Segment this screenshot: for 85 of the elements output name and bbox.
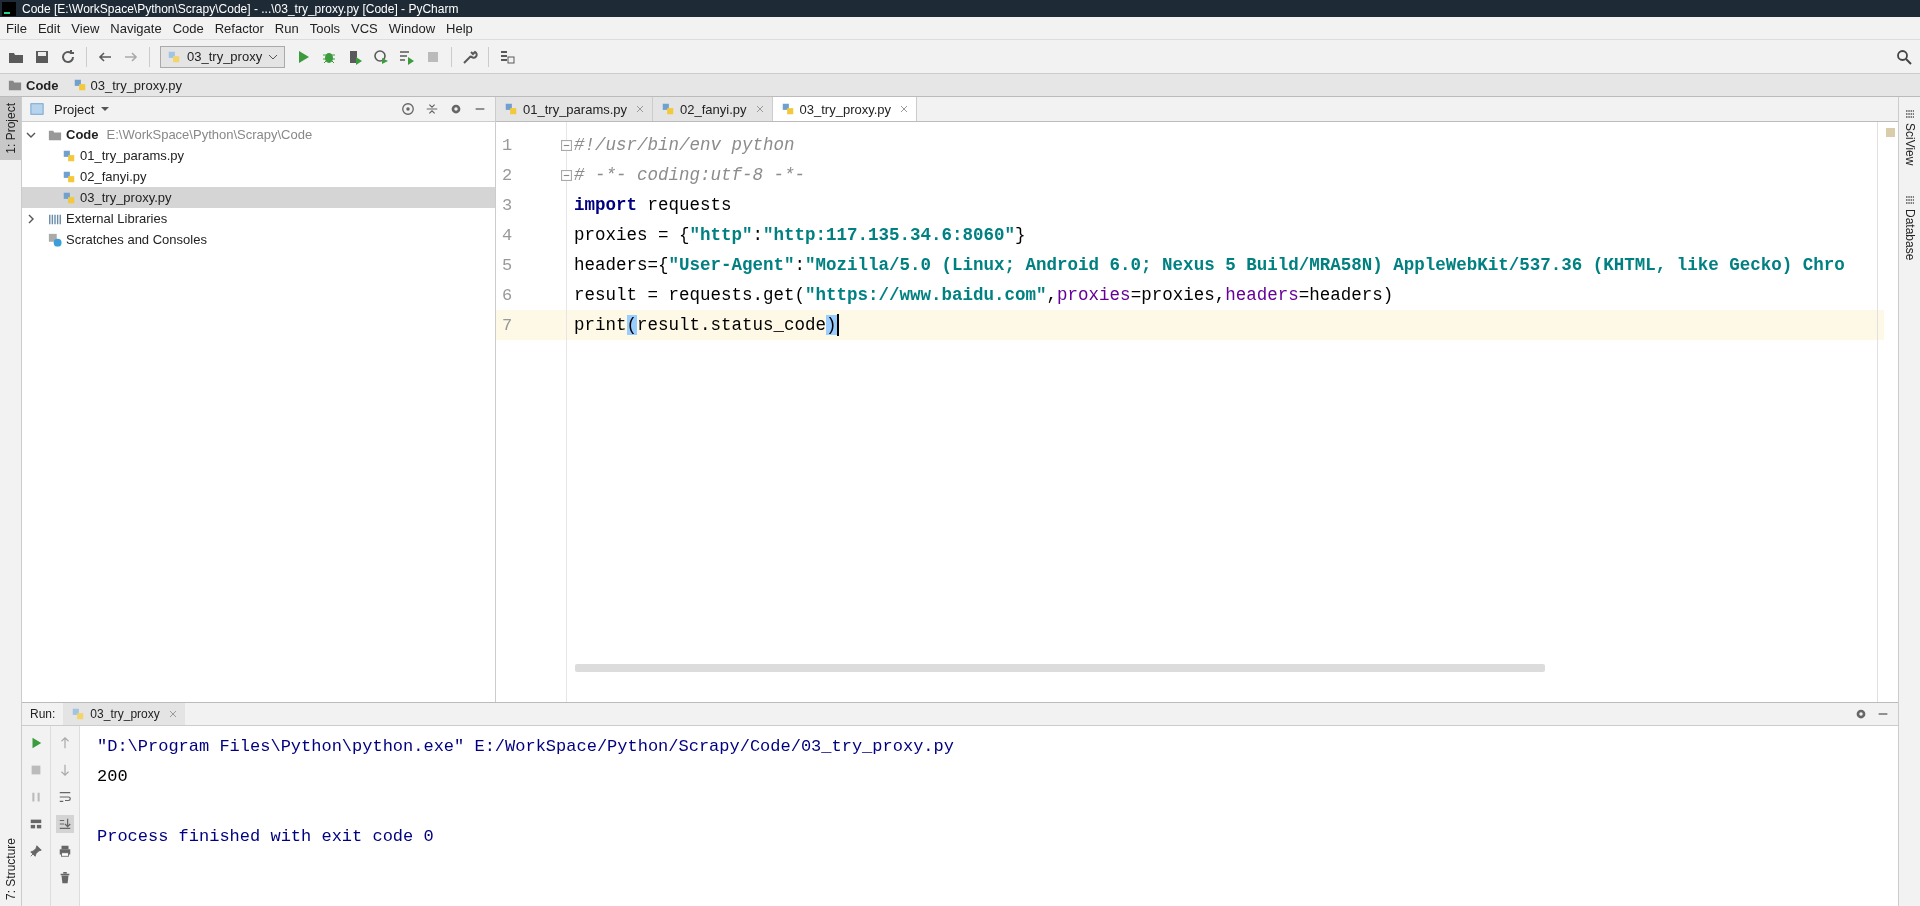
pin-icon[interactable] bbox=[27, 842, 45, 860]
menu-item[interactable]: Run bbox=[274, 20, 299, 36]
breadcrumb-item[interactable]: Code bbox=[8, 77, 59, 93]
menu-item[interactable]: Code bbox=[172, 20, 204, 36]
console-line: Process finished with exit code 0 bbox=[97, 826, 435, 848]
scratch-icon bbox=[48, 232, 62, 247]
save-icon[interactable] bbox=[34, 48, 50, 65]
line-number: 1 bbox=[502, 135, 513, 155]
coverage-icon[interactable] bbox=[347, 48, 364, 65]
menu-item[interactable]: View bbox=[71, 20, 100, 36]
analysis-status-icon bbox=[1886, 128, 1895, 137]
tree-item[interactable]: 03_try_proxy.py bbox=[22, 187, 495, 208]
code-line: #!/usr/bin/env python bbox=[574, 135, 795, 155]
project-view-icon bbox=[30, 102, 44, 116]
project-view-dropdown[interactable]: Project bbox=[54, 101, 95, 117]
run-label: Run: bbox=[30, 707, 56, 721]
folder-icon bbox=[8, 78, 22, 92]
settings-icon[interactable] bbox=[449, 102, 463, 116]
code-line: print(result.status_code) bbox=[574, 315, 837, 335]
caret-icon[interactable] bbox=[100, 106, 111, 112]
tree-item[interactable]: 01_try_params.py bbox=[22, 145, 495, 166]
settings-icon[interactable] bbox=[1854, 707, 1868, 721]
profile-icon[interactable] bbox=[373, 48, 390, 65]
python-file-icon bbox=[71, 707, 86, 721]
run-tab[interactable]: 03_try_proxy bbox=[63, 703, 185, 725]
code-line: proxies = {"http":"http:117.135.34.6:8060"} bbox=[574, 225, 1026, 245]
collapse-all-icon[interactable] bbox=[425, 102, 439, 116]
fold-marker-icon[interactable] bbox=[561, 169, 572, 181]
run-lines-icon[interactable] bbox=[399, 48, 416, 65]
python-file-icon bbox=[780, 102, 795, 116]
text-cursor bbox=[836, 314, 839, 336]
editor-tab[interactable]: 02_fanyi.py bbox=[653, 97, 773, 121]
locate-icon[interactable] bbox=[401, 102, 415, 116]
menu-item[interactable]: Navigate bbox=[110, 20, 162, 36]
editor-tab[interactable]: 03_try_proxy.py bbox=[772, 97, 918, 121]
breadcrumb-item[interactable]: 03_try_proxy.py bbox=[72, 77, 183, 93]
tool-window-tab[interactable]: Database bbox=[1902, 189, 1917, 267]
window-title: Code [E:\WorkSpace\Python\Scrapy\Code] - ...\03_try_proxy.py [Code] - PyCharm bbox=[22, 1, 459, 16]
line-number: 2 bbox=[502, 165, 513, 185]
console-line: "D:\Program Files\Python\python.exe" E:/WorkSpace/Python/Scrapy/Code/03_try_proxy.py bbox=[97, 736, 955, 758]
menu-item[interactable]: File bbox=[6, 20, 27, 36]
scroll-to-end-icon[interactable] bbox=[56, 815, 74, 833]
line-number: 5 bbox=[502, 255, 513, 275]
code-line: import requests bbox=[574, 195, 732, 215]
tool-window-icon bbox=[1904, 195, 1915, 206]
python-file-icon bbox=[62, 169, 76, 184]
tree-item[interactable]: 02_fanyi.py bbox=[22, 166, 495, 187]
horizontal-scrollbar[interactable] bbox=[575, 664, 1545, 672]
menu-item[interactable]: Window bbox=[388, 20, 436, 36]
menu-item[interactable]: Tools bbox=[309, 20, 341, 36]
code-line: # -*- coding:utf-8 -*- bbox=[574, 165, 806, 185]
tool-window-tab[interactable]: SciView bbox=[1902, 103, 1917, 172]
tree-item[interactable]: Code E:\WorkSpace\Python\Scrapy\Code bbox=[22, 124, 495, 145]
console-line: 200 bbox=[97, 766, 129, 788]
python-file-icon bbox=[504, 102, 518, 116]
structure-icon[interactable] bbox=[499, 48, 516, 65]
line-number: 4 bbox=[502, 225, 513, 245]
menu-item[interactable]: Edit bbox=[37, 20, 61, 36]
search-icon[interactable] bbox=[1896, 48, 1912, 65]
python-file-icon bbox=[72, 78, 87, 92]
menu-item[interactable]: VCS bbox=[351, 20, 378, 36]
tree-item[interactable]: External Libraries bbox=[22, 208, 495, 229]
line-number: 6 bbox=[502, 285, 513, 305]
menu-item[interactable]: Help bbox=[446, 20, 473, 36]
line-number: 7 bbox=[502, 315, 513, 335]
code-line: result = requests.get("https://www.baidu.com",proxies=proxies,headers=headers) bbox=[574, 285, 1394, 305]
fold-marker-icon[interactable] bbox=[561, 139, 572, 151]
tree-item[interactable]: Scratches and Consoles bbox=[22, 229, 495, 250]
close-icon[interactable] bbox=[900, 105, 909, 113]
menu-item[interactable]: Refactor bbox=[214, 20, 264, 36]
editor-tab[interactable]: 01_try_params.py bbox=[496, 97, 654, 121]
python-file-icon bbox=[167, 49, 181, 64]
app-logo-icon bbox=[2, 1, 16, 16]
caret-icon bbox=[268, 53, 279, 60]
code-line: headers={"User-Agent":"Mozilla/5.0 (Linux; Android 6.0; Nexus 5 Build/MRA58N) AppleWebKit/537.36 (KHTML, like Gecko) Chro bbox=[574, 255, 1845, 275]
run-config-dropdown[interactable]: 03_try_proxy bbox=[160, 45, 286, 68]
tool-window-icon bbox=[1904, 109, 1915, 119]
sync-icon[interactable] bbox=[60, 48, 76, 65]
tool-window-tab[interactable]: 7: Structure bbox=[0, 831, 21, 906]
line-number: 3 bbox=[502, 195, 513, 215]
python-file-icon bbox=[62, 148, 76, 163]
tool-window-tab[interactable]: 1: Project bbox=[0, 97, 21, 160]
wrench-icon[interactable] bbox=[462, 48, 479, 65]
python-file-icon bbox=[62, 190, 76, 205]
python-file-icon bbox=[661, 102, 676, 116]
